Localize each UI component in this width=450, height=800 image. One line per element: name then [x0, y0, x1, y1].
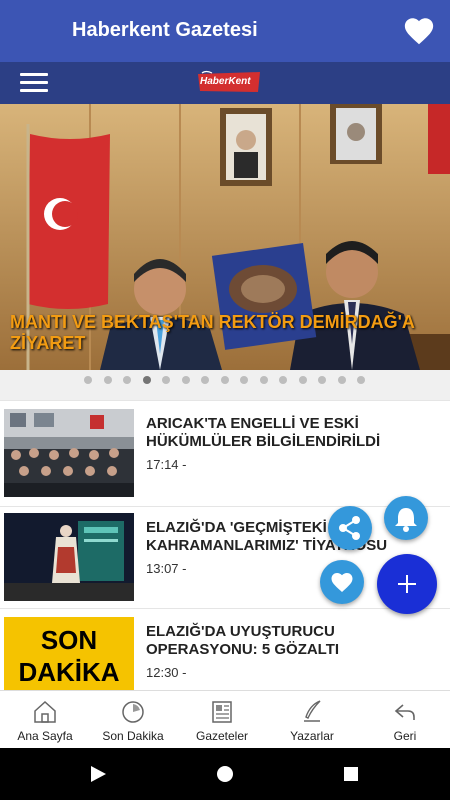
slider-dot[interactable] [357, 376, 365, 384]
system-home-icon[interactable] [217, 766, 233, 782]
nav-label: Ana Sayfa [17, 729, 73, 743]
quill-icon [304, 700, 321, 722]
favorite-fab[interactable] [320, 560, 364, 604]
slider-dot[interactable] [298, 376, 307, 384]
slider-dot[interactable] [318, 376, 326, 384]
news-time: 17:14 - [146, 457, 187, 472]
slider-dot[interactable] [142, 376, 151, 384]
slider-dot[interactable] [259, 376, 268, 384]
slider-dot[interactable] [279, 376, 287, 384]
home-icon [34, 700, 56, 723]
slider-dot[interactable] [240, 376, 248, 384]
hero-slider[interactable]: MANTI VE BEKTAŞ'TAN REKTÖR DEMİRDAĞ'A Zİ… [0, 104, 450, 370]
system-navigation-bar [0, 748, 450, 800]
logo-text: HaberKent [200, 76, 251, 87]
favorite-heart-icon[interactable] [402, 14, 436, 48]
thumb-text-dakika: DAKİKA [18, 657, 120, 687]
share-fab[interactable] [328, 506, 372, 550]
news-thumbnail-son-dakika: SON DAKİKA [4, 617, 134, 691]
slider-pagination [0, 370, 450, 400]
nav-home[interactable]: Ana Sayfa [0, 691, 90, 749]
nav-back[interactable]: Geri [360, 691, 450, 749]
news-time: 13:07 - [146, 561, 187, 576]
news-item[interactable]: SON DAKİKA ELAZIĞ'DA UYUŞTURUCU OPERASYO… [0, 608, 450, 691]
expand-fab[interactable] [377, 554, 437, 614]
nav-bar: HaberKent [0, 62, 450, 104]
share-icon [339, 516, 360, 540]
system-back-icon[interactable] [91, 766, 106, 782]
bell-icon [395, 508, 417, 532]
news-title[interactable]: ELAZIĞ'DA UYUŞTURUCU OPERASYONU: 5 GÖZAL… [146, 623, 436, 659]
news-title[interactable]: ARICAK'TA ENGELLİ VE ESKİ HÜKÜMLÜLER BİL… [146, 415, 436, 451]
nav-label: Yazarlar [290, 729, 334, 743]
haberkent-logo[interactable]: HaberKent [196, 70, 262, 94]
slider-dot[interactable] [201, 376, 209, 384]
app-bar: Haberkent Gazetesi [0, 0, 450, 62]
hero-headline[interactable]: MANTI VE BEKTAŞ'TAN REKTÖR DEMİRDAĞ'A Zİ… [10, 312, 440, 354]
plus-icon [398, 575, 416, 593]
clock-icon [122, 701, 144, 723]
bottom-navigation: Ana Sayfa Son Dakika Gazeteler Yazarlar [0, 690, 450, 748]
slider-dot[interactable] [181, 376, 190, 384]
slider-dot[interactable] [162, 376, 170, 384]
nav-label: Geri [393, 729, 417, 743]
nav-label: Gazeteler [195, 729, 249, 743]
nav-son-dakika[interactable]: Son Dakika [88, 691, 178, 749]
slider-dot[interactable] [84, 376, 92, 384]
news-thumbnail [4, 409, 134, 497]
nav-yazarlar[interactable]: Yazarlar [267, 691, 357, 749]
nav-label: Son Dakika [102, 729, 164, 743]
notification-fab[interactable] [384, 496, 428, 540]
slider-dot[interactable] [103, 376, 112, 384]
menu-icon[interactable] [20, 73, 48, 93]
news-thumbnail [4, 513, 134, 601]
news-item[interactable]: ARICAK'TA ENGELLİ VE ESKİ HÜKÜMLÜLER BİL… [0, 400, 450, 506]
heart-icon [331, 573, 353, 592]
thumb-text-son: SON [40, 625, 98, 655]
nav-gazeteler[interactable]: Gazeteler [177, 691, 267, 749]
slider-dot[interactable] [123, 376, 131, 384]
newspaper-icon [212, 701, 232, 723]
slider-dot[interactable] [337, 376, 346, 384]
system-recents-icon[interactable] [344, 767, 358, 781]
news-time: 12:30 - [146, 665, 187, 680]
app-title: Haberkent Gazetesi [72, 19, 258, 41]
slider-dot[interactable] [220, 376, 229, 384]
back-arrow-icon [394, 704, 415, 720]
